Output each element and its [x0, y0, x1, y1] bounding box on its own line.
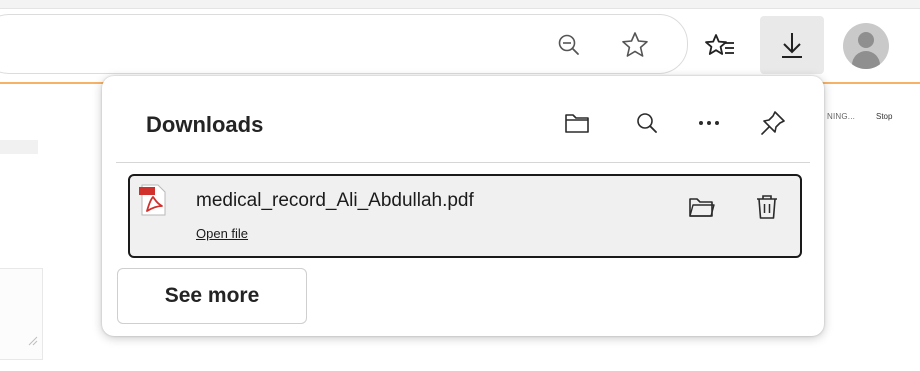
- trash-icon[interactable]: [750, 190, 784, 224]
- profile-avatar-icon[interactable]: [842, 22, 890, 70]
- download-item[interactable]: medical_record_Ali_Abdullah.pdf Open fil…: [128, 174, 802, 258]
- search-icon[interactable]: [630, 106, 664, 140]
- flyout-divider: [116, 162, 810, 163]
- background-page-text: NING...: [827, 112, 856, 121]
- pin-icon[interactable]: [756, 106, 790, 140]
- pdf-icon: [139, 184, 166, 216]
- open-file-link[interactable]: Open file: [196, 226, 248, 241]
- background-page-block: [0, 140, 38, 154]
- avatar-body: [852, 51, 880, 69]
- star-icon[interactable]: [617, 28, 653, 62]
- download-arrow-icon[interactable]: [760, 16, 824, 74]
- favorites-icon[interactable]: [700, 26, 740, 66]
- background-stop-link[interactable]: Stop: [876, 112, 892, 121]
- browser-window: NING... Stop Downloads medical_record_Al…: [0, 0, 920, 371]
- zoom-out-icon[interactable]: [552, 28, 586, 62]
- avatar: [843, 23, 889, 69]
- avatar-head: [858, 32, 874, 48]
- resize-grip-icon[interactable]: [28, 336, 38, 346]
- downloads-flyout: Downloads medical_record_Ali_Abdullah.pd…: [102, 76, 824, 336]
- see-more-button[interactable]: See more: [117, 268, 307, 324]
- more-options-icon[interactable]: [692, 106, 726, 140]
- download-file-name[interactable]: medical_record_Ali_Abdullah.pdf: [196, 190, 474, 212]
- open-downloads-folder-icon[interactable]: [560, 106, 594, 140]
- downloads-title: Downloads: [146, 112, 264, 137]
- browser-title-strip: [0, 0, 920, 9]
- background-page-textarea[interactable]: [0, 268, 43, 360]
- folder-icon[interactable]: [684, 190, 718, 224]
